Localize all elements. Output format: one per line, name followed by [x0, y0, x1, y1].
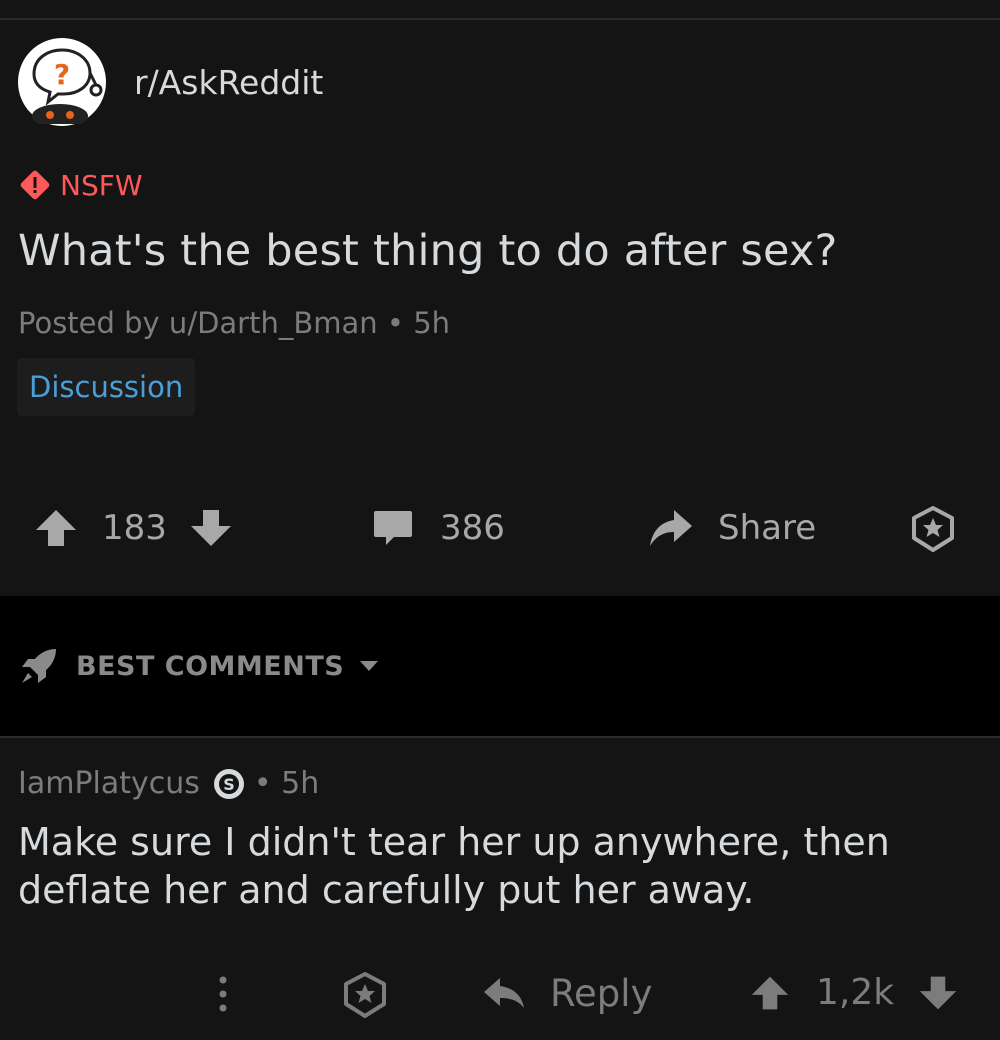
sort-label: BEST COMMENTS: [76, 650, 345, 682]
comments-button[interactable]: 386: [372, 508, 505, 548]
award-button[interactable]: [910, 506, 956, 552]
nsfw-label: NSFW: [60, 168, 143, 202]
comment-author[interactable]: IamPlatycus: [18, 766, 200, 801]
comment-vote-group: 1,2k: [750, 972, 958, 1013]
comment-count: 386: [440, 508, 505, 548]
subreddit-avatar-icon[interactable]: ?: [18, 38, 106, 126]
comment-bubble-icon: [372, 509, 414, 547]
user-badge-icon: S: [212, 767, 246, 801]
award-icon: [910, 506, 956, 552]
post-flair[interactable]: Discussion: [17, 358, 196, 416]
more-options-icon[interactable]: [216, 974, 230, 1014]
warning-diamond-icon: [20, 170, 50, 200]
comment-upvote-icon[interactable]: [750, 974, 790, 1012]
svg-text:?: ?: [54, 58, 70, 91]
comment-downvote-icon[interactable]: [918, 974, 958, 1012]
comment-divider: [0, 736, 1000, 738]
share-button[interactable]: Share: [648, 508, 816, 548]
comment-meta: IamPlatycus S • 5h: [18, 766, 319, 801]
sort-dropdown[interactable]: BEST COMMENTS: [18, 645, 380, 687]
subreddit-header[interactable]: ? r/AskReddit: [18, 38, 323, 126]
comment-age: • 5h: [253, 766, 320, 801]
subreddit-name[interactable]: r/AskReddit: [134, 63, 323, 102]
reply-arrow-icon: [482, 976, 526, 1012]
share-arrow-icon: [648, 508, 694, 548]
chevron-down-icon: [358, 659, 380, 673]
post-actions-bar: 183 386 Share: [0, 488, 1000, 568]
post-title[interactable]: What's the best thing to do after sex?: [18, 226, 838, 276]
post-score: 183: [102, 508, 167, 548]
vote-group: 183: [34, 508, 233, 548]
nsfw-tag: NSFW: [18, 168, 143, 202]
svg-text:S: S: [223, 775, 235, 794]
comment-score: 1,2k: [816, 972, 895, 1013]
comment-actions-bar: Reply 1,2k: [0, 960, 1000, 1030]
post-byline[interactable]: Posted by u/Darth_Bman • 5h: [18, 306, 450, 340]
downvote-icon[interactable]: [189, 508, 233, 548]
upvote-icon[interactable]: [34, 508, 78, 548]
share-label: Share: [718, 508, 817, 548]
rocket-icon: [18, 645, 60, 687]
reply-button[interactable]: Reply: [482, 972, 652, 1015]
comment-body: Make sure I didn't tear her up anywhere,…: [18, 820, 890, 912]
reply-label: Reply: [550, 972, 653, 1015]
comment-award-icon[interactable]: [342, 972, 388, 1018]
